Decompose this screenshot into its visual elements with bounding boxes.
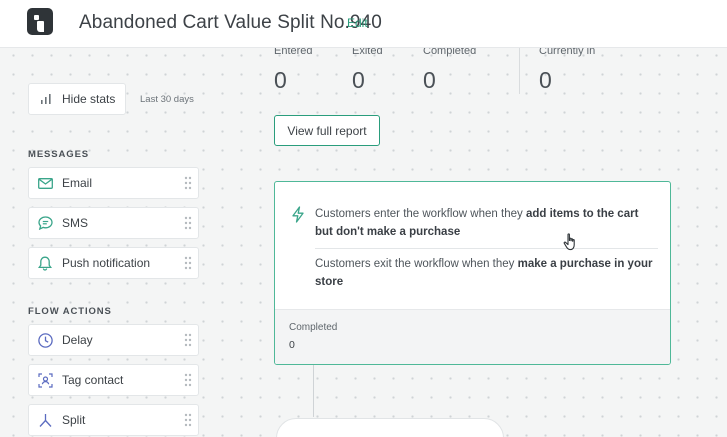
exit-condition-prefix: Customers exit the workflow when they xyxy=(315,258,518,270)
stat-currently-in-value: 0 xyxy=(539,67,552,93)
clock-icon xyxy=(37,332,53,348)
sidebar-item-label: Split xyxy=(62,413,86,427)
completed-value: 0 xyxy=(289,339,295,351)
hide-stats-label: Hide stats xyxy=(62,92,116,106)
sidebar-item-sms[interactable]: SMS xyxy=(28,207,199,239)
split-icon xyxy=(37,412,53,428)
mail-icon xyxy=(37,175,53,191)
condition-divider xyxy=(315,248,658,249)
drag-handle-icon[interactable] xyxy=(184,413,192,430)
view-full-report-button[interactable]: View full report xyxy=(274,115,380,146)
sidebar-item-label: Tag contact xyxy=(62,373,124,387)
enter-condition-prefix: Customers enter the workflow when they xyxy=(315,208,526,220)
bar-chart-icon xyxy=(40,94,52,104)
enter-condition-text: Customers enter the workflow when they a… xyxy=(315,205,658,241)
sidebar: Hide stats Last 30 days MESSAGES Email S… xyxy=(0,48,210,437)
sidebar-item-push-notification[interactable]: Push notification xyxy=(28,247,199,279)
flow-actions-heading: FLOW ACTIONS xyxy=(28,306,112,317)
exit-condition-text: Customers exit the workflow when they ma… xyxy=(315,255,658,291)
trigger-card-footer: Completed 0 xyxy=(275,309,670,364)
sidebar-item-split[interactable]: Split xyxy=(28,404,199,436)
drag-handle-icon[interactable] xyxy=(184,333,192,350)
messages-heading: MESSAGES xyxy=(28,149,90,160)
edit-title-link[interactable]: Edit xyxy=(347,16,368,30)
sidebar-item-label: Email xyxy=(62,176,93,190)
flow-connector-line xyxy=(313,365,314,417)
drag-handle-icon[interactable] xyxy=(184,216,192,233)
drag-handle-icon[interactable] xyxy=(184,373,192,390)
app-logo[interactable] xyxy=(27,8,53,35)
sidebar-item-email[interactable]: Email xyxy=(28,167,199,199)
sidebar-item-delay[interactable]: Delay xyxy=(28,324,199,356)
stat-entered-value: 0 xyxy=(274,67,287,93)
sidebar-item-label: Delay xyxy=(62,333,93,347)
sidebar-item-tag-contact[interactable]: Tag contact xyxy=(28,364,199,396)
top-bar: Abandoned Cart Value Split No.940 Edit xyxy=(0,0,727,48)
lightning-icon xyxy=(291,206,305,228)
workflow-trigger-card[interactable]: Customers enter the workflow when they a… xyxy=(274,181,671,365)
hand-cursor-icon xyxy=(563,233,579,256)
completed-label: Completed xyxy=(289,322,338,333)
stats-period: Last 30 days xyxy=(140,94,194,105)
hide-stats-button[interactable]: Hide stats xyxy=(28,83,126,115)
tag-contact-icon xyxy=(37,372,53,388)
drag-handle-icon[interactable] xyxy=(184,256,192,273)
stat-exited-value: 0 xyxy=(352,67,365,93)
next-workflow-node[interactable] xyxy=(276,418,504,437)
bell-icon xyxy=(37,255,53,271)
drag-handle-icon[interactable] xyxy=(184,176,192,193)
sidebar-item-label: Push notification xyxy=(62,256,151,270)
sidebar-item-label: SMS xyxy=(62,216,89,230)
chat-icon xyxy=(37,215,53,231)
workflow-title: Abandoned Cart Value Split No.940 xyxy=(79,12,382,33)
stat-completed-value: 0 xyxy=(423,67,436,93)
stats-divider xyxy=(519,48,520,94)
